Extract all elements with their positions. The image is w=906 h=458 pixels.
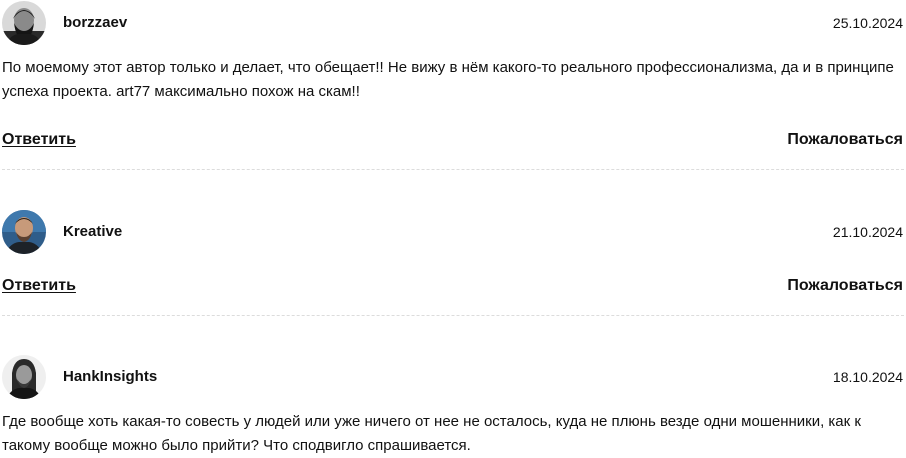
comment-item: Kreative 21.10.2024 Ответить Пожаловатьс… xyxy=(0,210,906,315)
comment-item: HankInsights 18.10.2024 Где вообще хоть … xyxy=(0,355,906,457)
comment-date: 21.10.2024 xyxy=(832,224,903,240)
comment-header: borzzaev 25.10.2024 xyxy=(0,1,906,45)
comment-text: По моемому этот автор только и делает, ч… xyxy=(2,59,894,100)
comment-author[interactable]: Kreative xyxy=(63,222,122,242)
comment-date: 18.10.2024 xyxy=(832,369,903,385)
man-portrait-avatar-icon[interactable] xyxy=(2,210,46,254)
comment-item: borzzaev 25.10.2024 По моемому этот авто… xyxy=(0,1,906,169)
comment-date: 25.10.2024 xyxy=(832,15,903,31)
report-link[interactable]: Пожаловаться xyxy=(787,275,903,297)
long-hair-man-avatar-icon[interactable] xyxy=(2,355,46,399)
comment-header: HankInsights 18.10.2024 xyxy=(0,355,906,399)
report-link[interactable]: Пожаловаться xyxy=(787,129,903,151)
comment-divider xyxy=(2,315,904,316)
reply-link[interactable]: Ответить xyxy=(2,129,76,151)
comment-author[interactable]: borzzaev xyxy=(63,13,127,33)
comment-divider xyxy=(2,169,904,170)
comment-header: Kreative 21.10.2024 xyxy=(0,210,906,254)
comment-text: Где вообще хоть какая-то совесть у людей… xyxy=(2,413,861,454)
reply-link[interactable]: Ответить xyxy=(2,275,76,297)
bearded-man-avatar-icon[interactable] xyxy=(2,1,46,45)
comment-author[interactable]: HankInsights xyxy=(63,367,157,387)
